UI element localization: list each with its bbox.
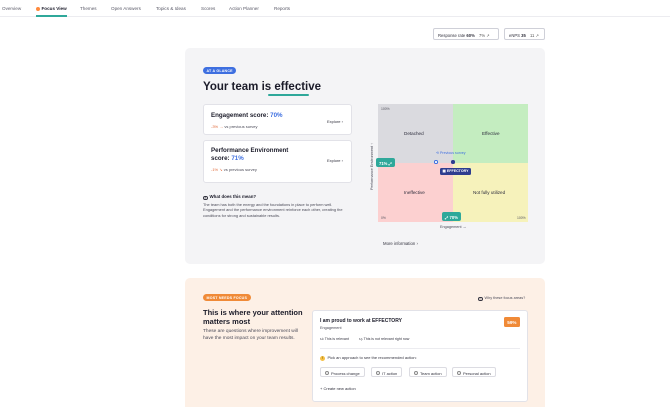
- effectory-dot: [451, 160, 455, 164]
- radio-icon: [414, 371, 418, 376]
- quadrant-label-detached: Detached: [404, 131, 424, 136]
- thumbs-down-icon: 👎︎: [359, 337, 363, 341]
- chevron-right-icon: ›: [341, 119, 343, 124]
- tick-0: 0%: [381, 216, 386, 220]
- tab-open-answers[interactable]: Open Answers: [111, 6, 141, 11]
- quadrant-label-effective: Effective: [482, 131, 500, 136]
- question-category: Engagement: [320, 326, 342, 330]
- performance-score-value: 71%: [231, 155, 244, 162]
- engagement-score-value: 70%: [270, 112, 283, 119]
- option-process-change[interactable]: Process change: [320, 367, 365, 377]
- chevron-right-icon: ›: [416, 241, 418, 246]
- x-axis-label: Engagement →: [440, 225, 467, 229]
- tab-topics-ideas[interactable]: Topics & Ideas: [156, 6, 186, 11]
- engagement-score-card[interactable]: Engagement score: 70% -3% → vs previous …: [203, 104, 352, 135]
- tick-100-right: 100%: [517, 216, 526, 220]
- focus-title: This is where your attention matters mos…: [203, 308, 303, 326]
- highlight-underline: [268, 94, 309, 96]
- why-focus-areas-link[interactable]: ? Why these focus areas?: [478, 296, 525, 302]
- engagement-delta: -3%: [211, 124, 219, 129]
- quadrant-label-ineffective: Ineffective: [404, 190, 425, 195]
- more-information-link[interactable]: More information ›: [383, 241, 418, 246]
- tab-action-planner[interactable]: Action Planner: [229, 6, 259, 11]
- effectory-tag: ▦ EFFECTORY: [440, 168, 471, 175]
- trend-up-icon: ↗: [535, 32, 540, 38]
- team-status-title: Your team is effective: [203, 81, 321, 93]
- history-icon: ⟲: [436, 151, 440, 155]
- pick-approach-prompt: ! Pick an approach to see the recommended…: [320, 355, 417, 361]
- enps-value: 35: [521, 32, 526, 38]
- enps-label: eNPS: [509, 32, 520, 38]
- expand-icon: ⤢: [388, 160, 392, 166]
- radio-icon: [457, 371, 461, 376]
- performance-comparison: -1% ↘ vs previous survey: [211, 167, 257, 172]
- divider: [320, 348, 520, 349]
- focus-icon: [36, 6, 40, 11]
- active-tab-indicator: [36, 15, 67, 17]
- focus-question-card: I am proud to work at EFFECTORY Engageme…: [312, 310, 528, 402]
- trend-up-icon: ↗: [486, 32, 490, 38]
- engagement-comparison: -3% → vs previous survey: [211, 124, 258, 129]
- option-it-action[interactable]: IT action: [371, 367, 403, 377]
- performance-score-label: Performance Environment score: 71%: [211, 147, 289, 162]
- question-icon: ?: [203, 195, 208, 201]
- enps-delta: 11: [529, 32, 535, 38]
- response-rate-value: 60%: [466, 32, 475, 38]
- building-icon: ▦: [442, 169, 446, 174]
- trend-down-icon: →: [219, 124, 224, 129]
- option-personal-action[interactable]: Personal action: [452, 367, 496, 377]
- engagement-explore-link[interactable]: Explore ›: [327, 119, 343, 124]
- quadrant-label-not-fully-utilized: Not fully utilized: [473, 190, 506, 195]
- tick-100-top: 100%: [381, 107, 390, 111]
- question-score-badge: 59%: [503, 317, 520, 327]
- arrow-up-icon: ↑: [370, 142, 374, 145]
- not-relevant-button[interactable]: 👎︎ This is not relevant right now: [359, 337, 409, 341]
- radio-icon: [325, 371, 329, 376]
- what-does-this-mean-heading: ? What does this mean?: [203, 194, 257, 201]
- tab-themes[interactable]: Themes: [80, 6, 97, 11]
- y-score-marker: 71% ⤢: [376, 158, 395, 167]
- previous-survey-dot: [434, 160, 438, 164]
- create-new-action-button[interactable]: + Create new action: [320, 386, 356, 391]
- team-status-prefix: Your team is: [203, 81, 272, 93]
- question-title: I am proud to work at EFFECTORY: [320, 318, 402, 324]
- trend-down-icon: ↘: [219, 167, 223, 172]
- question-icon: ?: [478, 296, 483, 302]
- previous-survey-tag: ⟲ Previous survey: [436, 151, 466, 155]
- most-needs-focus-badge: MOST NEEDS FOCUS: [203, 294, 251, 301]
- at-a-glance-badge: AT A GLANCE: [203, 67, 237, 74]
- team-status-highlight: effective: [274, 81, 322, 93]
- radio-icon: [376, 371, 380, 376]
- option-team-action[interactable]: Team action: [409, 367, 447, 377]
- what-does-this-mean-text: The team has both the energy and the fou…: [203, 202, 343, 218]
- focus-description: These are questions where improvement wi…: [203, 329, 298, 341]
- response-rate-pill[interactable]: Response rate 60% 7% ↗: [433, 28, 499, 40]
- plus-icon: +: [320, 386, 323, 391]
- thumbs-up-icon: 👍︎: [320, 337, 324, 341]
- chevron-right-icon: ›: [341, 158, 343, 163]
- performance-explore-link[interactable]: Explore ›: [327, 158, 343, 163]
- lightbulb-icon: !: [320, 356, 325, 361]
- arrow-right-icon: →: [462, 225, 467, 229]
- tab-focus-view[interactable]: Focus View: [36, 6, 67, 11]
- engagement-score-label: Engagement score: 70%: [211, 112, 283, 119]
- response-rate-delta: 7%: [478, 32, 486, 38]
- quadrant-matrix: Detached Effective Ineffective Not fully…: [376, 104, 528, 222]
- tab-reports[interactable]: Reports: [274, 6, 290, 11]
- y-axis-label: Performance Environment ↑: [370, 142, 374, 190]
- enps-pill[interactable]: eNPS 35 11 ↗: [504, 28, 545, 40]
- tab-overview[interactable]: Overview: [2, 6, 21, 11]
- expand-icon: ⤢: [445, 214, 449, 220]
- response-rate-label: Response rate: [438, 32, 466, 38]
- tab-bar: Overview Focus View Themes Open Answers …: [0, 0, 670, 17]
- performance-delta: -1%: [211, 167, 219, 172]
- performance-score-card[interactable]: Performance Environment score: 71% -1% ↘ …: [203, 140, 352, 183]
- x-score-marker: ⤢ 70%: [442, 212, 461, 221]
- tab-focus-view-label: Focus View: [41, 6, 67, 11]
- tab-scores[interactable]: Scores: [201, 6, 215, 11]
- relevant-button[interactable]: 👍︎ This is relevant: [320, 337, 349, 341]
